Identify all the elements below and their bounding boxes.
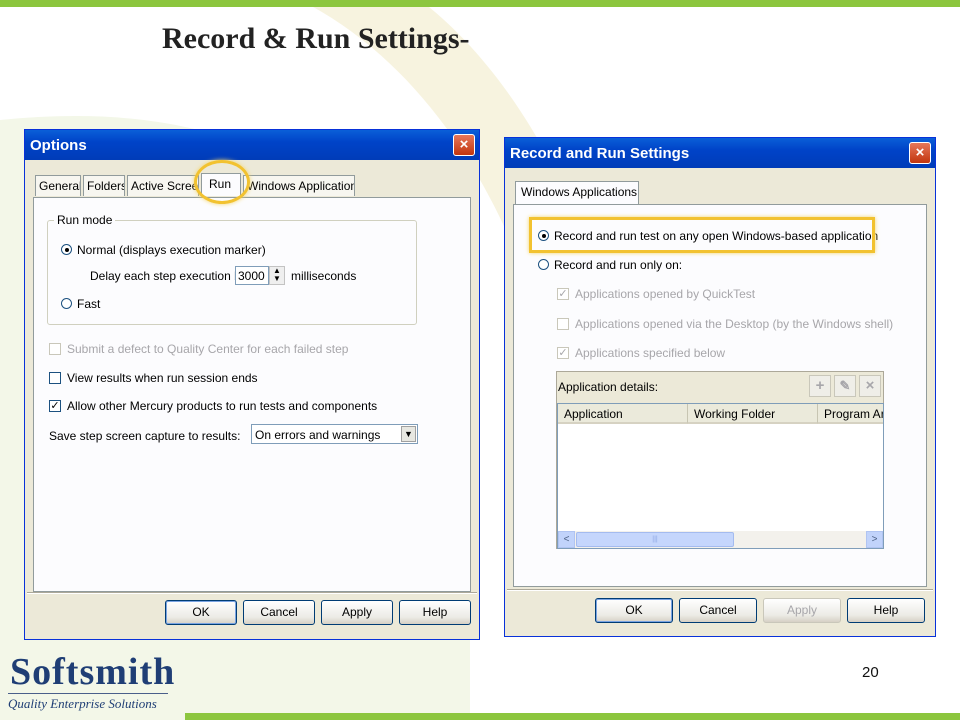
record-run-titlebar: Record and Run Settings ×	[505, 138, 935, 168]
application-list[interactable]: Application Working Folder Program Arg <…	[557, 403, 884, 549]
options-help-button[interactable]: Help	[399, 600, 471, 625]
add-application-button[interactable]: +	[809, 375, 831, 397]
delete-icon: ×	[865, 377, 875, 394]
logo-title: Softsmith	[10, 651, 176, 693]
run-mode-label: Run mode	[54, 213, 116, 227]
checkbox-icon	[49, 371, 61, 384]
spin-down-icon: ▼	[273, 274, 281, 283]
allow-mercury-label: Allow other Mercury products to run test…	[67, 399, 378, 413]
delay-input[interactable]: 3000	[235, 266, 269, 285]
specified-label: Applications specified below	[575, 346, 726, 360]
options-cancel-button[interactable]: Cancel	[243, 600, 315, 625]
tab-windows-applications[interactable]: Windows Applications	[243, 175, 355, 196]
chevron-down-icon: ▼	[401, 426, 416, 442]
tab-windows-applications[interactable]: Windows Applications	[515, 181, 639, 204]
apps-specified-checkbox[interactable]: ✓ Applications specified below	[557, 346, 725, 360]
record-run-dialog: Record and Run Settings × Record and run…	[504, 137, 936, 637]
logo-tagline: Quality Enterprise Solutions	[8, 696, 157, 711]
radio-icon	[61, 298, 72, 310]
tab-active-screen[interactable]: Active Screen	[127, 175, 199, 196]
checkmark-icon: ✓	[557, 346, 569, 359]
only-on-label: Record and run only on:	[554, 258, 683, 272]
delay-label: Delay each step execution by:	[90, 269, 251, 283]
col-application[interactable]: Application	[558, 404, 688, 424]
normal-label: Normal (displays execution marker)	[77, 243, 266, 257]
record-run-close-button[interactable]: ×	[909, 142, 931, 164]
options-title: Options	[30, 137, 87, 154]
any-app-highlight	[529, 217, 875, 253]
tab-folders[interactable]: Folders	[83, 175, 125, 196]
record-run-apply-button[interactable]: Apply	[763, 598, 841, 623]
scroll-thumb[interactable]: |||	[576, 532, 734, 547]
options-button-separator	[27, 592, 477, 594]
delay-unit: milliseconds	[291, 269, 357, 283]
scroll-right-icon[interactable]: >	[866, 531, 883, 548]
apps-quicktest-checkbox[interactable]: ✓ Applications opened by QuickTest	[557, 287, 755, 301]
desktop-label: Applications opened via the Desktop (by …	[575, 317, 894, 331]
edit-icon: ✎	[839, 378, 851, 393]
application-details-panel: Application details: + ✎ × Application W…	[556, 371, 884, 549]
options-dialog: Options × Run mode Normal (displays exec…	[24, 129, 480, 640]
checkmark-icon: ✓	[557, 287, 569, 300]
run-mode-group: Run mode Normal (displays execution mark…	[47, 213, 417, 325]
record-only-on-radio[interactable]: Record and run only on:	[538, 258, 682, 272]
horizontal-scrollbar[interactable]: < ||| >	[558, 531, 883, 548]
record-run-button-separator	[507, 589, 933, 591]
submit-defect-label: Submit a defect to Quality Center for ea…	[67, 342, 349, 356]
softsmith-logo: Softsmith Quality Enterprise Solutions	[8, 650, 183, 716]
checkmark-icon: ✓	[49, 399, 61, 412]
options-close-button[interactable]: ×	[453, 134, 475, 156]
record-run-ok-button[interactable]: OK	[595, 598, 673, 623]
capture-select[interactable]: On errors and warnings ▼	[251, 424, 418, 444]
options-apply-button[interactable]: Apply	[321, 600, 393, 625]
plus-icon: +	[815, 377, 825, 394]
delete-application-button[interactable]: ×	[859, 375, 881, 397]
col-working-folder[interactable]: Working Folder	[688, 404, 818, 424]
application-details-label: Application details:	[558, 380, 659, 394]
view-results-label: View results when run session ends	[67, 371, 258, 385]
slide-title: Record & Run Settings-	[162, 22, 470, 55]
radio-selected-icon	[61, 244, 72, 256]
view-results-checkbox[interactable]: View results when run session ends	[49, 371, 258, 385]
checkbox-icon	[557, 317, 569, 330]
top-accent-bar	[0, 0, 960, 7]
radio-icon	[538, 259, 549, 271]
quicktest-label: Applications opened by QuickTest	[575, 287, 756, 301]
edit-application-button[interactable]: ✎	[834, 375, 856, 397]
tab-general[interactable]: General	[35, 175, 81, 196]
fast-label: Fast	[77, 297, 101, 311]
close-icon: ×	[459, 136, 469, 153]
checkbox-icon	[49, 342, 61, 355]
record-run-tab-panel: Record and run test on any open Windows-…	[513, 204, 927, 587]
bottom-accent-bar	[185, 713, 960, 720]
col-program-args[interactable]: Program Arg	[818, 404, 883, 424]
scroll-left-icon[interactable]: <	[558, 531, 575, 548]
options-ok-button[interactable]: OK	[165, 600, 237, 625]
page-number: 20	[862, 664, 879, 681]
close-icon: ×	[915, 144, 925, 161]
run-mode-fast-radio[interactable]: Fast	[61, 297, 100, 311]
capture-value: On errors and warnings	[255, 428, 381, 442]
run-mode-normal-radio[interactable]: Normal (displays execution marker)	[61, 243, 266, 257]
apps-desktop-checkbox[interactable]: Applications opened via the Desktop (by …	[557, 317, 893, 331]
submit-defect-checkbox[interactable]: Submit a defect to Quality Center for ea…	[49, 342, 348, 356]
capture-label: Save step screen capture to results:	[49, 429, 241, 443]
record-run-title: Record and Run Settings	[510, 145, 690, 162]
logo-divider	[8, 693, 168, 694]
run-tab-highlight	[194, 160, 250, 204]
options-tab-panel: Run mode Normal (displays execution mark…	[33, 197, 471, 592]
allow-mercury-checkbox[interactable]: ✓ Allow other Mercury products to run tes…	[49, 399, 377, 413]
options-titlebar: Options ×	[25, 130, 479, 160]
record-run-help-button[interactable]: Help	[847, 598, 925, 623]
delay-stepper[interactable]: ▲ ▼	[269, 266, 285, 285]
record-run-cancel-button[interactable]: Cancel	[679, 598, 757, 623]
